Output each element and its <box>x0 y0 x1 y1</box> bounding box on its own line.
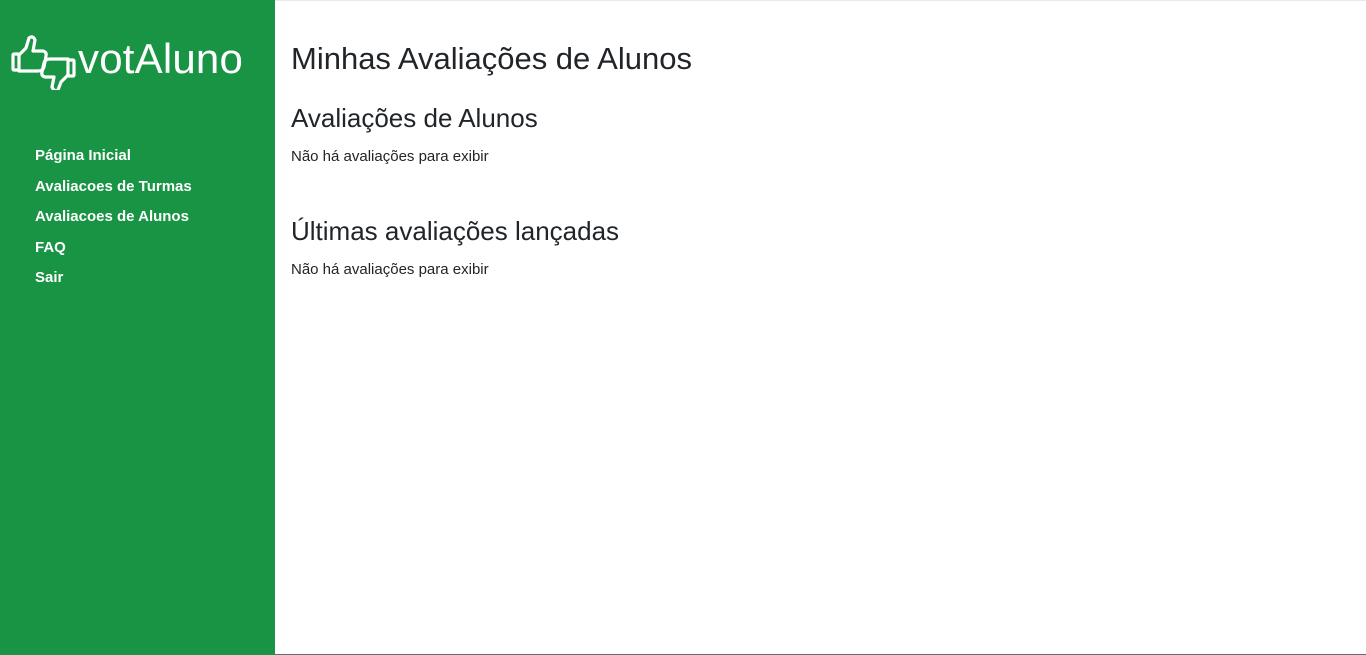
sidebar-item-faq: FAQ <box>35 237 192 268</box>
app-window: votAluno Página Inicial Avaliacoes de Tu… <box>0 0 1366 655</box>
sidebar-link-pagina-inicial[interactable]: Página Inicial <box>35 147 131 164</box>
sidebar-item-pagina-inicial: Página Inicial <box>35 145 192 176</box>
empty-message: Não há avaliações para exibir <box>291 261 489 278</box>
sidebar-nav: Página Inicial Avaliacoes de Turmas Aval… <box>35 145 192 298</box>
sidebar-link-avaliacoes-turmas[interactable]: Avaliacoes de Turmas <box>35 178 192 195</box>
empty-message: Não há avaliações para exibir <box>291 148 489 165</box>
logo-text: votAluno <box>78 35 244 82</box>
thumbs-up-down-icon <box>11 35 76 90</box>
section-title-ultimas-avaliacoes: Últimas avaliações lançadas <box>291 216 620 246</box>
sidebar-item-avaliacoes-turmas: Avaliacoes de Turmas <box>35 176 192 207</box>
logo[interactable]: votAluno <box>10 34 243 90</box>
page-title: Minhas Avaliações de Alunos <box>291 41 692 76</box>
sidebar-link-avaliacoes-alunos[interactable]: Avaliacoes de Alunos <box>35 208 189 225</box>
sidebar-item-avaliacoes-alunos: Avaliacoes de Alunos <box>35 206 192 237</box>
sidebar-link-sair[interactable]: Sair <box>35 269 63 286</box>
sidebar-link-faq[interactable]: FAQ <box>35 239 66 256</box>
sidebar-item-sair: Sair <box>35 267 192 298</box>
sidebar: votAluno Página Inicial Avaliacoes de Tu… <box>0 0 275 655</box>
main-content: Minhas Avaliações de Alunos Avaliações d… <box>275 0 1366 655</box>
section-title-avaliacoes-alunos: Avaliações de Alunos <box>291 103 538 133</box>
